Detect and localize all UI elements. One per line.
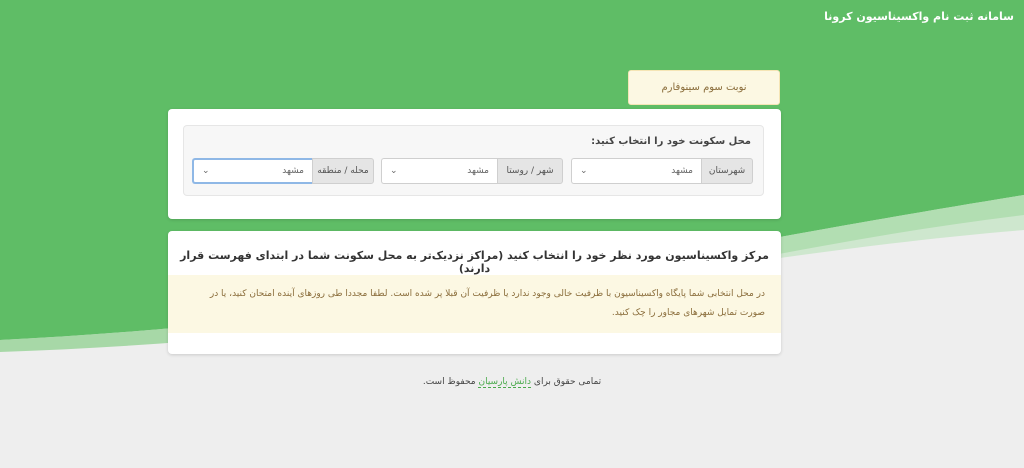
location-label: محل سکونت خود را انتخاب کنید: [591, 136, 751, 147]
footer-link[interactable]: دانش پارسیان [478, 377, 532, 388]
city-value: مشهد [467, 166, 489, 176]
footer: تمامی حقوق برای دانش پارسیان محفوظ است. [0, 377, 1024, 388]
city-addon: شهر / روستا [497, 158, 563, 184]
city-select[interactable]: مشهد ⌄ [381, 158, 497, 184]
notice-tab[interactable]: نوبت سوم سینوفارم [628, 70, 780, 105]
county-value: مشهد [671, 166, 693, 176]
neighborhood-field: محله / منطقه مشهد ⌄ [192, 158, 374, 184]
county-addon: شهرستان [701, 158, 753, 184]
neighborhood-value: مشهد [282, 166, 304, 176]
neighborhood-addon: محله / منطقه [312, 158, 374, 184]
chevron-down-icon: ⌄ [390, 166, 398, 176]
site-title: سامانه ثبت نام واکسیناسیون کرونا [824, 10, 1014, 23]
no-capacity-alert: در محل انتخابی شما پایگاه واکسیناسیون با… [168, 275, 781, 333]
location-panel: محل سکونت خود را انتخاب کنید: شهرستان مش… [183, 125, 764, 196]
chevron-down-icon: ⌄ [580, 166, 588, 176]
neighborhood-select[interactable]: مشهد ⌄ [192, 158, 312, 184]
county-field: شهرستان مشهد ⌄ [571, 158, 753, 184]
county-select[interactable]: مشهد ⌄ [571, 158, 701, 184]
footer-suffix: محفوظ است. [422, 377, 476, 387]
city-field: شهر / روستا مشهد ⌄ [381, 158, 563, 184]
footer-prefix: تمامی حقوق برای [533, 377, 602, 387]
chevron-down-icon: ⌄ [202, 166, 210, 176]
centers-card: مرکز واکسیناسیون مورد نظر خود را انتخاب … [168, 231, 781, 354]
centers-title: مرکز واکسیناسیون مورد نظر خود را انتخاب … [180, 249, 769, 275]
location-card: محل سکونت خود را انتخاب کنید: شهرستان مش… [168, 109, 781, 219]
